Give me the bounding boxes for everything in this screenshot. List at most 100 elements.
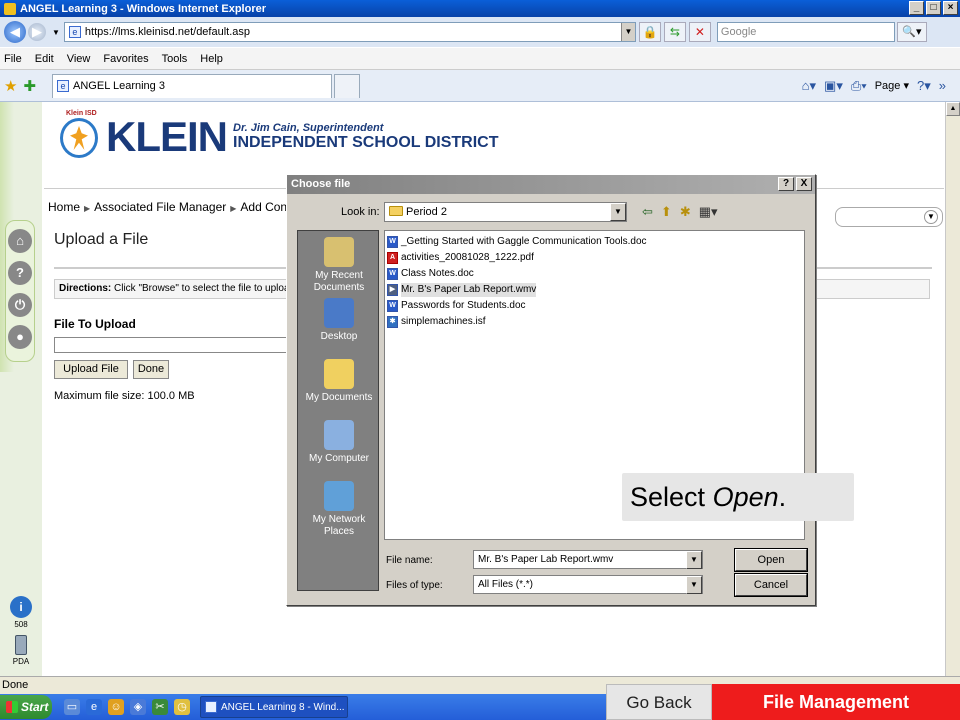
refresh-icon[interactable]: ⇆ xyxy=(663,22,686,42)
dialog-toolbar: ⇦ ⬆ ✱ ▦▾ xyxy=(642,204,718,220)
pda-label[interactable]: PDA xyxy=(8,657,34,666)
chevron-down-icon[interactable]: ▼ xyxy=(686,576,702,594)
go-back-button[interactable]: Go Back xyxy=(606,684,712,720)
open-button[interactable]: Open xyxy=(735,549,807,571)
view-menu-icon[interactable]: ▦▾ xyxy=(699,204,718,220)
minimize-button[interactable]: _ xyxy=(909,1,924,15)
pda-icon[interactable] xyxy=(15,635,27,655)
dialog-titlebar: Choose file ? X xyxy=(287,175,815,194)
new-tab-button[interactable] xyxy=(334,73,361,98)
chevron-down-icon[interactable]: ▼ xyxy=(610,203,626,221)
forward-button[interactable]: ▶ xyxy=(28,23,46,41)
home-icon[interactable]: ⌂▾ xyxy=(802,78,816,94)
file-path-input[interactable] xyxy=(54,337,294,353)
list-item[interactable]: W Class Notes.doc xyxy=(387,266,802,282)
address-bar[interactable]: e https://lms.kleinisd.net/default.asp ▼ xyxy=(63,22,636,42)
menu-favorites[interactable]: Favorites xyxy=(103,53,148,65)
search-input[interactable]: Google xyxy=(716,22,895,42)
research-icon[interactable]: » xyxy=(939,78,946,93)
logout-nav-icon[interactable]: ⏻ xyxy=(8,293,32,317)
start-button[interactable]: Start xyxy=(0,695,52,719)
files-of-type-label: Files of type: xyxy=(386,580,443,591)
help-icon[interactable]: ?▾ xyxy=(917,78,931,94)
file-name: Class Notes.doc xyxy=(401,268,474,279)
logo-tag: Klein ISD xyxy=(66,110,97,117)
clock-app-icon[interactable]: ◷ xyxy=(174,699,190,715)
new-folder-icon[interactable]: ✱ xyxy=(680,204,691,220)
breadcrumb-file-manager[interactable]: Associated File Manager xyxy=(94,200,226,214)
dialog-close-button[interactable]: X xyxy=(796,177,812,191)
taskbar-ie-window[interactable]: ANGEL Learning 8 - Wind... xyxy=(200,696,348,718)
taskbar-window-title: ANGEL Learning 8 - Wind... xyxy=(221,701,345,713)
help-nav-icon[interactable]: ? xyxy=(8,261,32,285)
accessibility-icon[interactable]: i xyxy=(10,596,32,618)
place-recent-documents[interactable]: My Recent Documents xyxy=(298,231,380,293)
breadcrumb: Home ▶ Associated File Manager ▶ Add Conte xyxy=(48,200,297,214)
accessibility-links: i 508 PDA xyxy=(8,596,34,666)
close-button[interactable]: × xyxy=(943,1,958,15)
back-arrow-icon[interactable]: ⇦ xyxy=(642,204,653,220)
messenger-icon[interactable]: ☺ xyxy=(108,699,124,715)
list-item[interactable]: ✱ simplemachines.isf xyxy=(387,314,802,330)
feeds-icon[interactable]: ▣▾ xyxy=(824,78,843,94)
right-dropdown[interactable]: ▼ xyxy=(835,207,943,227)
page-menu[interactable]: Page ▾ xyxy=(875,79,909,92)
address-url: https://lms.kleinisd.net/default.asp xyxy=(84,26,251,38)
page-scrollbar[interactable]: ▲ xyxy=(945,102,960,676)
places-bar: My Recent Documents Desktop My Documents… xyxy=(297,230,379,591)
list-item-selected[interactable]: ▶ Mr. B's Paper Lab Report.wmv xyxy=(387,282,802,298)
badge-508[interactable]: 508 xyxy=(8,620,34,629)
file-name-field[interactable]: Mr. B's Paper Lab Report.wmv ▼ xyxy=(473,550,703,569)
tab-angel-learning[interactable]: e ANGEL Learning 3 xyxy=(52,73,333,98)
menu-edit[interactable]: Edit xyxy=(35,53,54,65)
file-management-button[interactable]: File Management xyxy=(712,684,960,720)
stop-icon[interactable]: ✕ xyxy=(688,22,711,42)
files-of-type-select[interactable]: All Files (*.*) ▼ xyxy=(473,575,703,594)
menu-tools[interactable]: Tools xyxy=(162,53,188,65)
pdf-icon: A xyxy=(387,252,398,264)
tools-icon[interactable]: ✂ xyxy=(152,699,168,715)
address-dropdown-icon[interactable]: ▼ xyxy=(620,23,635,41)
menu-view[interactable]: View xyxy=(67,53,91,65)
network-places-icon xyxy=(324,481,354,511)
chevron-down-icon[interactable]: ▼ xyxy=(686,551,702,569)
breadcrumb-home[interactable]: Home xyxy=(48,200,80,214)
done-button[interactable]: Done xyxy=(133,360,169,379)
place-label: My Recent Documents xyxy=(313,270,365,293)
callout-emphasis: Open xyxy=(712,482,779,512)
desktop-icon xyxy=(324,298,354,328)
ie-icon[interactable]: e xyxy=(86,699,102,715)
folder-icon xyxy=(389,206,403,216)
home-nav-icon[interactable]: ⌂ xyxy=(8,229,32,253)
menu-help[interactable]: Help xyxy=(200,53,223,65)
menu-file[interactable]: File xyxy=(4,53,22,65)
app-icon[interactable]: ◈ xyxy=(130,699,146,715)
look-in-select[interactable]: Period 2 ▼ xyxy=(384,202,627,222)
maximize-button[interactable]: □ xyxy=(926,1,941,15)
up-folder-icon[interactable]: ⬆ xyxy=(661,204,672,220)
list-item[interactable]: W _Getting Started with Gaggle Communicat… xyxy=(387,234,802,250)
place-desktop[interactable]: Desktop xyxy=(298,292,380,353)
upload-file-button[interactable]: Upload File xyxy=(54,360,128,379)
place-my-computer[interactable]: My Computer xyxy=(298,414,380,475)
list-item[interactable]: W Passwords for Students.doc xyxy=(387,298,802,314)
back-button[interactable]: ◀ xyxy=(4,21,26,43)
place-my-documents[interactable]: My Documents xyxy=(298,353,380,414)
scroll-up-icon[interactable]: ▲ xyxy=(946,102,960,116)
cancel-button[interactable]: Cancel xyxy=(735,574,807,596)
lock-icon[interactable]: 🔒 xyxy=(638,22,661,42)
sidebar-icon-group: ⌂ ? ⏻ ● xyxy=(5,220,35,362)
list-item[interactable]: Aactivities_20081028_1222.pdf xyxy=(387,250,802,266)
show-desktop-icon[interactable]: ▭ xyxy=(64,699,80,715)
user-nav-icon[interactable]: ● xyxy=(8,325,32,349)
add-favorites-icon[interactable]: ✚ xyxy=(23,77,36,95)
windows-flag-icon xyxy=(6,701,18,713)
history-dropdown-icon[interactable]: ▼ xyxy=(52,28,60,37)
place-network-places[interactable]: My Network Places xyxy=(298,475,380,537)
district-name: Dr. Jim Cain, Superintendent INDEPENDENT… xyxy=(233,122,499,152)
dialog-help-button[interactable]: ? xyxy=(778,177,794,191)
print-icon[interactable]: ⎙▾ xyxy=(851,78,867,94)
favorites-star-icon[interactable]: ★ xyxy=(4,77,17,95)
search-button[interactable]: 🔍▾ xyxy=(896,22,927,42)
file-name: Passwords for Students.doc xyxy=(401,300,526,311)
